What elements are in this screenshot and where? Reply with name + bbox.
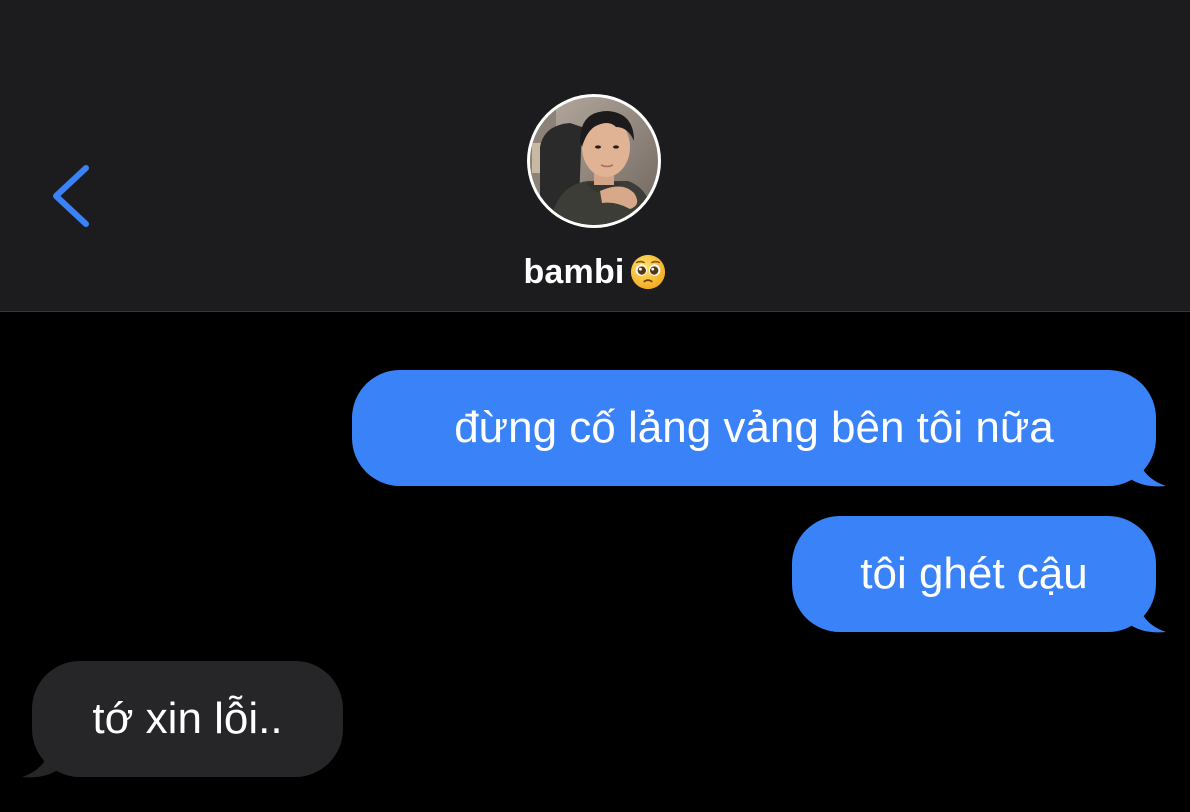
back-button[interactable] [40, 156, 100, 236]
contact-avatar[interactable] [527, 94, 661, 228]
message-text: đừng cố lảng vảng bên tôi nữa [454, 403, 1054, 452]
sent-message-bubble[interactable]: tôi ghét cậu [792, 516, 1156, 632]
contact-name: bambi [523, 252, 625, 291]
contact-name-row[interactable]: bambi [0, 250, 1190, 294]
chat-header: bambi [0, 0, 1190, 312]
avatar-photo [530, 97, 658, 225]
sent-bubble-tail [1128, 602, 1166, 633]
chevron-left-icon [53, 165, 89, 227]
message-text: tớ xin lỗi.. [92, 694, 283, 743]
received-bubble-tail [22, 747, 60, 778]
sent-bubble-tail [1128, 456, 1166, 487]
pleading-face-icon [630, 254, 665, 290]
sent-message-bubble[interactable]: đừng cố lảng vảng bên tôi nữa [352, 370, 1156, 486]
received-message-bubble[interactable]: tớ xin lỗi.. [32, 661, 343, 777]
message-text: tôi ghét cậu [860, 549, 1088, 598]
